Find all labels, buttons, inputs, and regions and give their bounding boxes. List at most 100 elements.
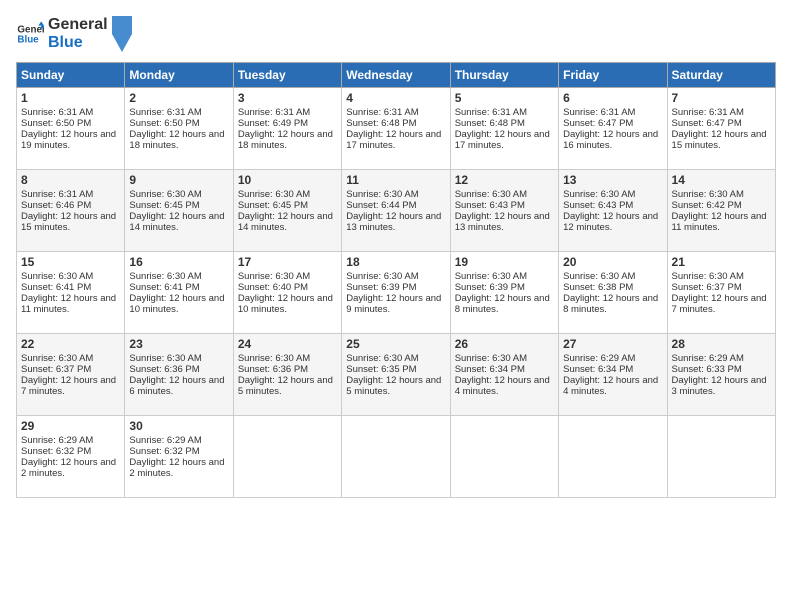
sunrise-text: Sunrise: 6:30 AM xyxy=(346,271,418,282)
calendar-header-row: SundayMondayTuesdayWednesdayThursdayFrid… xyxy=(17,63,776,88)
day-number: 13 xyxy=(563,173,662,187)
day-number: 6 xyxy=(563,91,662,105)
calendar-week-row: 29Sunrise: 6:29 AMSunset: 6:32 PMDayligh… xyxy=(17,416,776,498)
calendar-day-cell: 18Sunrise: 6:30 AMSunset: 6:39 PMDayligh… xyxy=(342,252,450,334)
sunset-text: Sunset: 6:50 PM xyxy=(129,118,199,129)
sunset-text: Sunset: 6:37 PM xyxy=(672,282,742,293)
daylight-text: Daylight: 12 hours and 17 minutes. xyxy=(346,129,441,151)
sunrise-text: Sunrise: 6:30 AM xyxy=(672,189,744,200)
daylight-text: Daylight: 12 hours and 13 minutes. xyxy=(455,211,550,233)
logo-blue: Blue xyxy=(48,34,108,52)
calendar-header-cell: Tuesday xyxy=(233,63,341,88)
sunset-text: Sunset: 6:42 PM xyxy=(672,200,742,211)
sunrise-text: Sunrise: 6:30 AM xyxy=(21,353,93,364)
day-number: 30 xyxy=(129,419,228,433)
sunrise-text: Sunrise: 6:29 AM xyxy=(672,353,744,364)
sunrise-text: Sunrise: 6:30 AM xyxy=(455,271,527,282)
logo: General Blue General Blue xyxy=(16,16,132,52)
svg-text:Blue: Blue xyxy=(17,34,39,45)
logo-icon: General Blue xyxy=(16,20,44,48)
daylight-text: Daylight: 12 hours and 9 minutes. xyxy=(346,293,441,315)
daylight-text: Daylight: 12 hours and 19 minutes. xyxy=(21,129,116,151)
daylight-text: Daylight: 12 hours and 10 minutes. xyxy=(129,293,224,315)
calendar-day-cell xyxy=(559,416,667,498)
sunset-text: Sunset: 6:47 PM xyxy=(672,118,742,129)
calendar-day-cell: 29Sunrise: 6:29 AMSunset: 6:32 PMDayligh… xyxy=(17,416,125,498)
day-number: 2 xyxy=(129,91,228,105)
calendar-day-cell: 20 Sunrise: 6:30 AMSunset: 6:38 PMDayligh… xyxy=(559,252,667,334)
sunrise-text: Sunrise: 6:30 AM xyxy=(455,189,527,200)
calendar-day-cell: 30Sunrise: 6:29 AMSunset: 6:32 PMDayligh… xyxy=(125,416,233,498)
sunset-text: Sunset: 6:46 PM xyxy=(21,200,91,211)
calendar-header-cell: Sunday xyxy=(17,63,125,88)
daylight-text: Daylight: 12 hours and 7 minutes. xyxy=(672,293,767,315)
day-number: 8 xyxy=(21,173,120,187)
calendar-header-cell: Monday xyxy=(125,63,233,88)
calendar-week-row: 1Sunrise: 6:31 AMSunset: 6:50 PMDaylight… xyxy=(17,88,776,170)
sunrise-text: Sunrise: 6:31 AM xyxy=(21,189,93,200)
sunrise-text: Sunrise: 6:30 AM xyxy=(238,189,310,200)
sunrise-text: Sunrise: 6:30 AM xyxy=(346,353,418,364)
sunrise-text: Sunrise: 6:30 AM xyxy=(129,353,201,364)
day-number: 12 xyxy=(455,173,554,187)
sunrise-text: Sunrise: 6:30 AM xyxy=(238,353,310,364)
sunset-text: Sunset: 6:35 PM xyxy=(346,364,416,375)
calendar-day-cell xyxy=(342,416,450,498)
daylight-text: Daylight: 12 hours and 8 minutes. xyxy=(455,293,550,315)
daylight-text: Daylight: 12 hours and 8 minutes. xyxy=(563,293,658,315)
day-number: 15 xyxy=(21,255,120,269)
daylight-text: Daylight: 12 hours and 7 minutes. xyxy=(21,375,116,397)
calendar-day-cell: 2Sunrise: 6:31 AMSunset: 6:50 PMDaylight… xyxy=(125,88,233,170)
sunrise-text: Sunrise: 6:30 AM xyxy=(238,271,310,282)
calendar-header-cell: Saturday xyxy=(667,63,775,88)
sunset-text: Sunset: 6:37 PM xyxy=(21,364,91,375)
calendar-day-cell: 25Sunrise: 6:30 AMSunset: 6:35 PMDayligh… xyxy=(342,334,450,416)
calendar-week-row: 8 Sunrise: 6:31 AMSunset: 6:46 PM Daylight… xyxy=(17,170,776,252)
day-number: 20 xyxy=(563,255,662,269)
day-number: 29 xyxy=(21,419,120,433)
calendar-table: SundayMondayTuesdayWednesdayThursdayFrid… xyxy=(16,62,776,498)
daylight-text: Daylight: 12 hours and 5 minutes. xyxy=(238,375,333,397)
calendar-day-cell: 15Sunrise: 6:30 AMSunset: 6:41 PMDayligh… xyxy=(17,252,125,334)
day-number: 1 xyxy=(21,91,120,105)
sunset-text: Sunset: 6:36 PM xyxy=(129,364,199,375)
sunrise-text: Sunrise: 6:30 AM xyxy=(129,271,201,282)
day-number: 28 xyxy=(672,337,771,351)
sunset-text: Sunset: 6:36 PM xyxy=(238,364,308,375)
daylight-text: Daylight: 12 hours and 5 minutes. xyxy=(346,375,441,397)
sunrise-text: Sunrise: 6:31 AM xyxy=(21,107,93,118)
sunset-text: Sunset: 6:41 PM xyxy=(21,282,91,293)
calendar-day-cell: 21Sunrise: 6:30 AMSunset: 6:37 PMDayligh… xyxy=(667,252,775,334)
calendar-header-cell: Thursday xyxy=(450,63,558,88)
header: General Blue General Blue xyxy=(16,16,776,52)
calendar-day-cell: 8Sunrise: 6:31 AMSunset: 6:46 PMDaylight… xyxy=(17,170,125,252)
calendar-day-cell: 3Sunrise: 6:31 AMSunset: 6:49 PMDaylight… xyxy=(233,88,341,170)
sunset-text: Sunset: 6:32 PM xyxy=(21,446,91,457)
sunset-text: Sunset: 6:40 PM xyxy=(238,282,308,293)
sunrise-text: Sunrise: 6:29 AM xyxy=(563,353,635,364)
day-number: 26 xyxy=(455,337,554,351)
day-number: 22 xyxy=(21,337,120,351)
logo-general: General xyxy=(48,16,108,34)
calendar-day-cell: 14Sunrise: 6:30 AMSunset: 6:42 PMDayligh… xyxy=(667,170,775,252)
calendar-day-cell: 1Sunrise: 6:31 AMSunset: 6:50 PMDaylight… xyxy=(17,88,125,170)
sunset-text: Sunset: 6:43 PM xyxy=(455,200,525,211)
calendar-day-cell: 27Sunrise: 6:29 AMSunset: 6:34 PMDayligh… xyxy=(559,334,667,416)
sunset-text: Sunset: 6:33 PM xyxy=(672,364,742,375)
daylight-text: Daylight: 12 hours and 18 minutes. xyxy=(129,129,224,151)
calendar-day-cell: 7Sunrise: 6:31 AMSunset: 6:47 PMDaylight… xyxy=(667,88,775,170)
sunset-text: Sunset: 6:47 PM xyxy=(563,118,633,129)
sunrise-text: Sunrise: 6:30 AM xyxy=(563,189,635,200)
sunrise-text: Sunrise: 6:30 AM xyxy=(129,189,201,200)
sunset-text: Sunset: 6:43 PM xyxy=(563,200,633,211)
sunrise-text: Sunrise: 6:30 AM xyxy=(346,189,418,200)
daylight-text: Daylight: 12 hours and 4 minutes. xyxy=(563,375,658,397)
sunset-text: Sunset: 6:38 PM xyxy=(563,282,633,293)
sunset-text: Sunset: 6:45 PM xyxy=(129,200,199,211)
calendar-day-cell: 4Sunrise: 6:31 AMSunset: 6:48 PMDaylight… xyxy=(342,88,450,170)
day-number: 16 xyxy=(129,255,228,269)
daylight-text: Daylight: 12 hours and 14 minutes. xyxy=(129,211,224,233)
calendar-header-cell: Friday xyxy=(559,63,667,88)
calendar-day-cell: 24Sunrise: 6:30 AMSunset: 6:36 PMDayligh… xyxy=(233,334,341,416)
sunrise-text: Sunrise: 6:30 AM xyxy=(563,271,635,282)
